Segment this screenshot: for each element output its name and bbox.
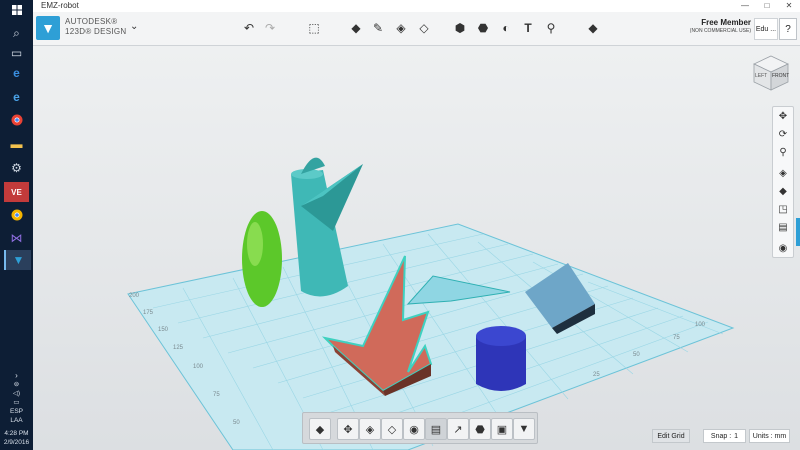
grid-label: 150: [158, 327, 169, 333]
pattern-icon[interactable]: ⬢: [451, 19, 469, 37]
snap-value[interactable]: 1: [734, 433, 738, 440]
selection-toolbar: ◆ ✥ ◈ ◇ ◉ ▤ ↗ ⬣ ▣ ▼: [302, 412, 538, 444]
grid-label: 100: [695, 322, 706, 328]
volume-icon[interactable]: ◁): [0, 389, 33, 398]
green-ellipsoid: [242, 211, 282, 307]
search-icon[interactable]: ⌕: [4, 23, 29, 43]
view-cube-left-label[interactable]: LEFT: [755, 73, 767, 79]
grid-label: 175: [143, 310, 154, 316]
license-type: (NON COMMERCIAL USE): [689, 28, 751, 34]
123d-design-taskbar-icon[interactable]: ▼: [4, 250, 31, 270]
edit-grid-button[interactable]: Edit Grid: [652, 429, 690, 443]
primitives-icon[interactable]: ◆: [347, 19, 365, 37]
language-esp[interactable]: ESP: [0, 407, 33, 416]
maximize-icon[interactable]: □: [756, 0, 778, 12]
file-explorer-icon[interactable]: ▬: [4, 134, 29, 154]
undo-button[interactable]: ↶: [240, 19, 258, 37]
main-toolbar: ▼ AUTODESK® 123D® DESIGN ⌄ ↶ ↷ ⬚ ◆ ✎ ◈ ◇…: [33, 12, 800, 46]
construct-icon[interactable]: ◈: [392, 19, 410, 37]
brand-123d-design: 123D® DESIGN: [65, 27, 127, 36]
notification-icon[interactable]: ▭: [0, 398, 33, 407]
help-button[interactable]: ?: [779, 18, 797, 40]
hide-show-icon[interactable]: ◉: [773, 239, 793, 257]
windows-start-icon[interactable]: [0, 0, 33, 20]
smart-scale-icon[interactable]: ◇: [381, 418, 403, 440]
visual-studio-icon[interactable]: ⋈: [4, 228, 29, 248]
network-icon[interactable]: ⊚: [0, 380, 33, 389]
fit-view-icon[interactable]: ◈: [773, 164, 793, 182]
chevron-down-icon[interactable]: ⌄: [130, 21, 138, 32]
redo-button[interactable]: ↷: [261, 19, 279, 37]
grid-label: 125: [173, 345, 184, 351]
member-status: Free Member: [701, 18, 751, 27]
group-icon[interactable]: ⬣: [474, 19, 492, 37]
scene-canvas: 200 175 150 125 100 75 50 25 50 75 100: [127, 157, 735, 450]
edge-icon[interactable]: e: [4, 63, 29, 83]
move-icon[interactable]: ✥: [337, 418, 359, 440]
combine-icon[interactable]: ◐: [497, 19, 515, 37]
system-tray: › ⊚ ◁) ▭ ESP LAA 4:28 PM 2/9/2016: [0, 371, 33, 450]
navigation-toolbar: ✥ ⟳ ⚲ ◈ ◆ ◳ ▤ ◉: [772, 106, 794, 258]
transform-icon[interactable]: ⬚: [305, 19, 323, 37]
language-laa[interactable]: LAA: [0, 416, 33, 425]
chrome-canary-icon[interactable]: [4, 205, 29, 225]
filter-icon[interactable]: ▼: [513, 418, 535, 440]
pan-icon[interactable]: ✥: [773, 107, 793, 125]
task-view-icon[interactable]: ▭: [4, 43, 29, 63]
windows-taskbar: ⌕ ▭ e e ▬ ⚙ VE ⋈ ▼ › ⊚ ◁) ▭ ESP LAA 4:28…: [0, 0, 33, 450]
grid-label: 75: [673, 335, 680, 341]
sketch-icon[interactable]: ✎: [369, 19, 387, 37]
shell-icon[interactable]: ⬣: [469, 418, 491, 440]
export-icon[interactable]: ↗: [447, 418, 469, 440]
snapshot-icon[interactable]: ▣: [491, 418, 513, 440]
window-title: EMZ-robot: [41, 1, 79, 10]
material-select-icon[interactable]: ▤: [425, 418, 447, 440]
grid-label: 100: [193, 364, 204, 370]
scale-icon[interactable]: ◈: [359, 418, 381, 440]
snap-icon[interactable]: ⚲: [542, 19, 560, 37]
app-menu-logo-icon[interactable]: ▼: [36, 16, 60, 40]
minimize-icon[interactable]: —: [734, 0, 756, 12]
zoom-icon[interactable]: ⚲: [773, 143, 793, 161]
modify-icon[interactable]: ◇: [415, 19, 433, 37]
grid-label: 200: [129, 293, 140, 299]
view-cube-front-label[interactable]: FRONT: [772, 73, 789, 79]
chrome-icon[interactable]: [4, 110, 29, 130]
perspective-icon[interactable]: ◆: [773, 182, 793, 200]
outline-view-icon[interactable]: ▤: [773, 218, 793, 236]
chevron-up-icon[interactable]: ›: [0, 371, 33, 380]
grid-label: 75: [213, 392, 220, 398]
view-materials-icon[interactable]: ◳: [773, 200, 793, 218]
close-icon[interactable]: ✕: [778, 0, 800, 12]
app-icon[interactable]: ⚙: [4, 158, 29, 178]
view-cube[interactable]: LEFT FRONT: [752, 54, 790, 92]
ve-app-icon[interactable]: VE: [4, 182, 29, 202]
internet-explorer-icon[interactable]: e: [4, 87, 29, 107]
clock-time[interactable]: 4:28 PM: [0, 429, 33, 438]
units-control[interactable]: Units : mm: [749, 429, 790, 443]
grid-label: 25: [593, 372, 600, 378]
grid-label: 50: [633, 352, 640, 358]
select-mode-icon[interactable]: ◆: [309, 418, 331, 440]
hide-icon[interactable]: ◉: [403, 418, 425, 440]
3d-viewport[interactable]: 200 175 150 125 100 75 50 25 50 75 100 L…: [33, 46, 800, 450]
brand-autodesk: AUTODESK®: [65, 17, 118, 26]
user-account-button[interactable]: Edu ...: [754, 18, 778, 40]
orbit-icon[interactable]: ⟳: [773, 125, 793, 143]
app-window: EMZ-robot — □ ✕ ▼ AUTODESK® 123D® DESIGN…: [33, 0, 800, 450]
side-panel-handle[interactable]: [796, 218, 800, 246]
snap-label: Snap :: [710, 432, 732, 440]
clock-date[interactable]: 2/9/2016: [0, 438, 33, 447]
text-tool-button[interactable]: T: [519, 19, 537, 37]
material-icon[interactable]: ◆: [584, 19, 602, 37]
snap-control[interactable]: Snap : 1: [703, 429, 746, 443]
grid-label: 50: [233, 420, 240, 426]
